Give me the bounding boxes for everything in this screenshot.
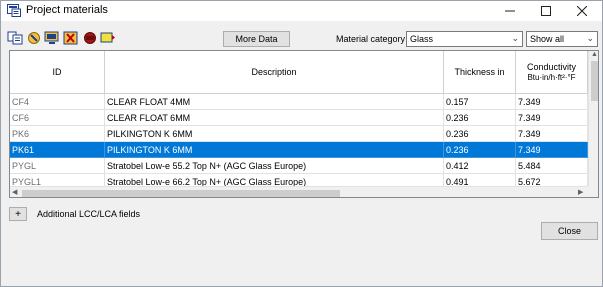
cell-conductivity[interactable]: 7.349 — [516, 126, 588, 142]
copy-icon[interactable] — [7, 31, 23, 45]
scroll-left-icon[interactable]: ◀ — [12, 188, 17, 196]
cell-id[interactable]: PK61 — [10, 142, 105, 158]
expand-lcc-button[interactable]: + — [9, 207, 27, 221]
label-icon[interactable] — [100, 31, 116, 45]
cell-conductivity[interactable]: 5.484 — [516, 158, 588, 174]
cell-id[interactable]: CF4 — [10, 94, 105, 110]
cell-conductivity[interactable]: 7.349 — [516, 94, 588, 110]
horizontal-scrollbar[interactable]: ◀ ▶ — [10, 186, 588, 197]
header-conductivity[interactable]: Conductivity Btu·in/h·ft²·°F — [516, 51, 588, 94]
show-filter-value: Show all — [530, 34, 565, 44]
show-filter-select[interactable]: Show all ⌄ — [526, 31, 598, 47]
header-id[interactable]: ID — [10, 51, 105, 94]
additional-fields-label: Additional LCC/LCA fields — [37, 209, 141, 219]
maximize-icon — [541, 6, 551, 16]
cell-thickness[interactable]: 0.412 — [444, 158, 516, 174]
table-row[interactable]: CF6 CLEAR FLOAT 6MM 0.236 7.349 — [10, 110, 588, 126]
window-title: Project materials — [26, 4, 108, 16]
horizontal-scroll-thumb[interactable] — [22, 190, 340, 197]
cell-description[interactable]: PILKINGTON K 6MM — [105, 142, 444, 158]
close-icon — [577, 6, 587, 16]
scroll-right-icon[interactable]: ▶ — [578, 188, 583, 196]
scroll-corner — [588, 186, 598, 197]
material-category-select[interactable]: Glass ⌄ — [406, 31, 523, 47]
cell-thickness[interactable]: 0.236 — [444, 142, 516, 158]
cell-id[interactable]: PK6 — [10, 126, 105, 142]
table-row[interactable]: PK6 PILKINGTON K 6MM 0.236 7.349 — [10, 126, 588, 142]
vertical-scrollbar[interactable]: ▲ — [588, 51, 598, 186]
material-category-value: Glass — [410, 34, 434, 44]
cell-thickness[interactable]: 0.236 — [444, 110, 516, 126]
header-thickness[interactable]: Thickness in — [444, 51, 516, 94]
header-description[interactable]: Description — [105, 51, 444, 94]
delete-icon[interactable] — [63, 31, 79, 45]
vertical-scroll-thumb[interactable] — [591, 61, 598, 101]
scroll-up-icon[interactable]: ▲ — [591, 51, 598, 58]
cell-description[interactable]: CLEAR FLOAT 4MM — [105, 94, 444, 110]
table-row[interactable]: PYGL Stratobel Low-e 55.2 Top N+ (AGC Gla… — [10, 158, 588, 174]
app-icon — [7, 4, 21, 17]
cell-description[interactable]: Stratobel Low-e 55.2 Top N+ (AGC Glass E… — [105, 158, 444, 174]
title-bar: Project materials — [1, 1, 602, 21]
chevron-down-icon: ⌄ — [511, 33, 519, 43]
cell-thickness[interactable]: 0.236 — [444, 126, 516, 142]
close-button[interactable]: Close — [541, 222, 598, 240]
minimize-button[interactable] — [492, 1, 528, 21]
material-icon[interactable] — [82, 31, 98, 45]
close-window-button[interactable] — [564, 1, 600, 21]
library-icon[interactable] — [26, 31, 42, 45]
cell-description[interactable]: PILKINGTON K 6MM — [105, 126, 444, 142]
table-row[interactable]: CF4 CLEAR FLOAT 4MM 0.157 7.349 — [10, 94, 588, 110]
table-row[interactable]: PK61 PILKINGTON K 6MM 0.236 7.349 — [10, 142, 588, 158]
monitor-icon[interactable] — [44, 31, 60, 45]
materials-grid[interactable]: ID Description Thickness in Conductivity… — [9, 50, 599, 198]
maximize-button[interactable] — [528, 1, 564, 21]
chevron-down-icon: ⌄ — [586, 33, 594, 43]
material-category-label: Material category — [336, 34, 406, 44]
cell-conductivity[interactable]: 7.349 — [516, 142, 588, 158]
project-materials-window: Project materials More Data Material cat… — [0, 0, 603, 287]
more-data-button[interactable]: More Data — [223, 31, 290, 47]
cell-thickness[interactable]: 0.157 — [444, 94, 516, 110]
cell-id[interactable]: PYGL — [10, 158, 105, 174]
cell-description[interactable]: CLEAR FLOAT 6MM — [105, 110, 444, 126]
cell-id[interactable]: CF6 — [10, 110, 105, 126]
minimize-icon — [505, 10, 515, 12]
cell-conductivity[interactable]: 7.349 — [516, 110, 588, 126]
